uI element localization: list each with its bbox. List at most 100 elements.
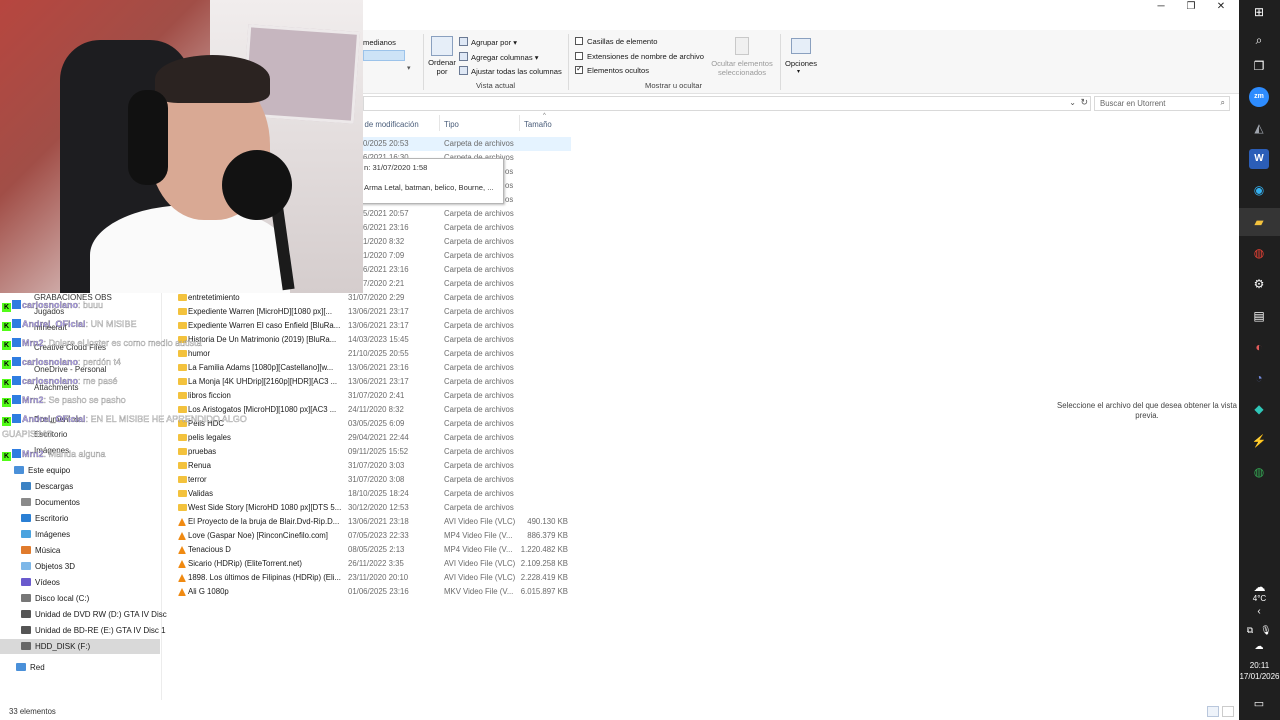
file-row[interactable]: El Proyecto de la bruja de Blair.Dvd-Rip… bbox=[176, 515, 576, 529]
partial-file-row[interactable]: 6/2021 23:16 Carpeta de archivos bbox=[363, 221, 571, 235]
file-name: La Familia Adams [1080p][Castellano][w..… bbox=[188, 363, 334, 372]
file-row[interactable]: Ali G 1080p 01/06/2025 23:16 MKV Video Fil… bbox=[176, 585, 576, 599]
hidden-items-toggle[interactable]: Elementos ocultos bbox=[575, 64, 649, 75]
partial-file-row[interactable]: 0/2025 20:53 Carpeta de archivos bbox=[363, 137, 571, 151]
app-icon-4[interactable]: ⚡ bbox=[1249, 431, 1269, 451]
nav-item[interactable]: Imágenes bbox=[0, 527, 160, 542]
partial-file-row[interactable]: 6/2021 23:16 Carpeta de archivos bbox=[363, 263, 571, 277]
file-row[interactable]: La Monja [4K UHDrip][2160p][HDR][AC3 ...… bbox=[176, 375, 576, 389]
nav-item[interactable]: Vídeos bbox=[0, 575, 160, 590]
partial-file-row[interactable]: 1/2020 8:32 Carpeta de archivos bbox=[363, 235, 571, 249]
group-by-button[interactable]: Agrupar por ▾ bbox=[459, 37, 517, 47]
discord-icon[interactable]: ◔ bbox=[1249, 368, 1269, 388]
file-row[interactable]: Expediente Warren El caso Enfield [BluRa… bbox=[176, 319, 576, 333]
settings-gear-icon[interactable]: ⚙ bbox=[1249, 274, 1269, 294]
refresh-icon[interactable]: ↻ bbox=[1080, 97, 1088, 108]
file-type: Carpeta de archivos bbox=[444, 321, 514, 330]
file-extensions-toggle[interactable]: Extensiones de nombre de archivo bbox=[575, 52, 704, 61]
file-row[interactable]: Tenacious D 08/05/2025 2:13 MP4 Video File… bbox=[176, 543, 576, 557]
file-row[interactable]: pelis legales 29/04/2021 22:44 Carpeta de … bbox=[176, 431, 576, 445]
file-row[interactable]: Sicario (HDRip) (EliteTorrent.net) 26/11/… bbox=[176, 557, 576, 571]
item-checkboxes-checkbox[interactable] bbox=[575, 37, 583, 45]
cloud-icon[interactable]: ☁ bbox=[1249, 636, 1269, 656]
app-icon-3[interactable]: ◆ bbox=[1249, 399, 1269, 419]
start-windows-icon[interactable]: ⊞ bbox=[1249, 2, 1269, 22]
file-row[interactable]: humor 21/10/2025 20:55 Carpeta de archivos bbox=[176, 347, 576, 361]
options-dropdown-icon[interactable]: ▾ bbox=[797, 68, 800, 75]
nav-item[interactable]: Escritorio bbox=[0, 511, 160, 526]
app-icon[interactable]: ◭ bbox=[1249, 118, 1269, 138]
nav-this-pc-label: Este equipo bbox=[28, 466, 71, 475]
partial-file-row[interactable]: 1/2020 7:09 Carpeta de archivos bbox=[363, 249, 571, 263]
restore-button[interactable]: ❐ bbox=[1176, 0, 1206, 14]
notifications-icon[interactable]: ▭ bbox=[1249, 694, 1269, 714]
minimize-button[interactable]: ─ bbox=[1146, 0, 1176, 14]
search-icon[interactable]: ⌕ bbox=[1221, 98, 1225, 108]
chevron-down-icon[interactable]: ⌄ bbox=[1069, 98, 1076, 107]
fit-columns-button[interactable]: Ajustar todas las columnas bbox=[459, 66, 562, 76]
large-icons-view-button[interactable] bbox=[1222, 706, 1234, 717]
nav-item[interactable]: Música bbox=[0, 543, 160, 558]
file-row[interactable]: Expediente Warren [MicroHD][1080 px][...… bbox=[176, 305, 576, 319]
partial-file-row[interactable]: 5/2021 20:57 Carpeta de archivos bbox=[363, 207, 571, 221]
sort-by-button[interactable]: Ordenar por bbox=[427, 58, 457, 76]
nav-item[interactable]: Disco local (C:) bbox=[0, 591, 160, 606]
file-row[interactable]: libros ficcion 31/07/2020 2:41 Carpeta de … bbox=[176, 389, 576, 403]
close-button[interactable]: ✕ bbox=[1206, 0, 1236, 14]
file-explorer-icon[interactable]: ▰ bbox=[1249, 212, 1269, 232]
chevron-up-icon[interactable]: ‹ bbox=[1249, 602, 1269, 622]
nav-item[interactable]: Unidad de BD-RE (E:) GTA IV Disc 1 bbox=[0, 623, 166, 638]
clock[interactable]: 20:11 17/01/2026 bbox=[1239, 660, 1280, 682]
edge-browser-icon[interactable]: ◉ bbox=[1249, 180, 1269, 200]
file-row[interactable]: La Familia Adams [1080p][Castellano][w..… bbox=[176, 361, 576, 375]
partial-file-row[interactable]: 7/2020 2:21 Carpeta de archivos bbox=[363, 277, 571, 291]
options-button[interactable]: Opciones bbox=[783, 59, 819, 68]
chrome-browser-icon[interactable]: ◍ bbox=[1249, 243, 1269, 263]
app-icon-2[interactable]: ▤ bbox=[1249, 306, 1269, 326]
nav-network[interactable]: Red bbox=[16, 660, 45, 675]
weather-widget[interactable]: ☁ 4°C bbox=[1239, 580, 1280, 603]
file-row[interactable]: 1898. Los últimos de Filipinas (HDRip) (… bbox=[176, 571, 576, 585]
chrome-profile-icon[interactable]: ◍ bbox=[1249, 462, 1269, 482]
nav-item[interactable]: Objetos 3D bbox=[0, 559, 160, 574]
file-row[interactable]: pruebas 09/11/2025 15:52 Carpeta de archiv… bbox=[176, 445, 576, 459]
column-header-type[interactable]: Tipo bbox=[444, 120, 459, 129]
hide-selected-button[interactable]: Ocultar elementos seleccionados bbox=[708, 59, 776, 77]
hidden-items-checkbox[interactable] bbox=[575, 64, 583, 74]
file-row[interactable]: Validas 18/10/2025 18:24 Carpeta de archiv… bbox=[176, 487, 576, 501]
file-row[interactable]: Love (Gaspar Noe) [RinconCinefilo.com] 07… bbox=[176, 529, 576, 543]
obs-icon[interactable]: ◐ bbox=[1249, 337, 1269, 357]
file-row[interactable]: Renua 31/07/2020 3:03 Carpeta de archivos bbox=[176, 459, 576, 473]
file-row[interactable]: West Side Story [MicroHD 1080 px][DTS 5.… bbox=[176, 501, 576, 515]
file-extensions-checkbox[interactable] bbox=[575, 52, 583, 60]
file-size: 6.015.897 KB bbox=[520, 587, 568, 596]
file-row[interactable]: Historia De Un Matrimonio (2019) [BluRa.… bbox=[176, 333, 576, 347]
search-input[interactable]: Buscar en Utorrent ⌕ bbox=[1094, 96, 1230, 111]
column-header-size[interactable]: Tamaño bbox=[524, 120, 552, 129]
file-type: Carpeta de archivos bbox=[444, 377, 514, 386]
address-bar[interactable]: ⌄ ↻ bbox=[363, 96, 1091, 111]
nav-this-pc[interactable]: Este equipo bbox=[14, 463, 70, 478]
layout-scroll-icon[interactable]: ▾ bbox=[407, 64, 415, 72]
item-checkboxes-toggle[interactable]: Casillas de elemento bbox=[575, 37, 658, 46]
add-columns-button[interactable]: Agregar columnas ▾ bbox=[459, 52, 539, 62]
column-header-date[interactable]: a de modificación bbox=[358, 120, 419, 129]
search-icon[interactable]: ⌕ bbox=[1249, 30, 1269, 50]
task-view-icon[interactable]: ❐ bbox=[1249, 56, 1269, 76]
folder-icon bbox=[178, 406, 187, 413]
zoom-app-icon[interactable]: zm bbox=[1249, 87, 1269, 107]
nav-item[interactable]: Documentos bbox=[0, 495, 160, 510]
nav-item[interactable]: Descargas bbox=[0, 479, 160, 494]
nav-item[interactable]: HDD_DISK (F:) bbox=[0, 639, 160, 654]
file-row[interactable]: terror 31/07/2020 3:08 Carpeta de archivos bbox=[176, 473, 576, 487]
partial-file-type: Carpeta de archivos bbox=[444, 209, 514, 218]
layout-medium-icons[interactable]: medianos bbox=[363, 38, 396, 47]
nav-item[interactable]: Unidad de DVD RW (D:) GTA IV Disc bbox=[0, 607, 167, 622]
webcam-overlay bbox=[0, 0, 363, 293]
details-view-button[interactable] bbox=[1207, 706, 1219, 717]
file-date: 13/06/2021 23:17 bbox=[348, 307, 409, 316]
webcam-microphone bbox=[222, 150, 292, 220]
word-app-icon[interactable]: W bbox=[1249, 149, 1269, 169]
file-date: 31/07/2020 3:08 bbox=[348, 475, 405, 484]
file-row[interactable]: entretetimiento 31/07/2020 2:29 Carpeta de… bbox=[176, 291, 576, 305]
